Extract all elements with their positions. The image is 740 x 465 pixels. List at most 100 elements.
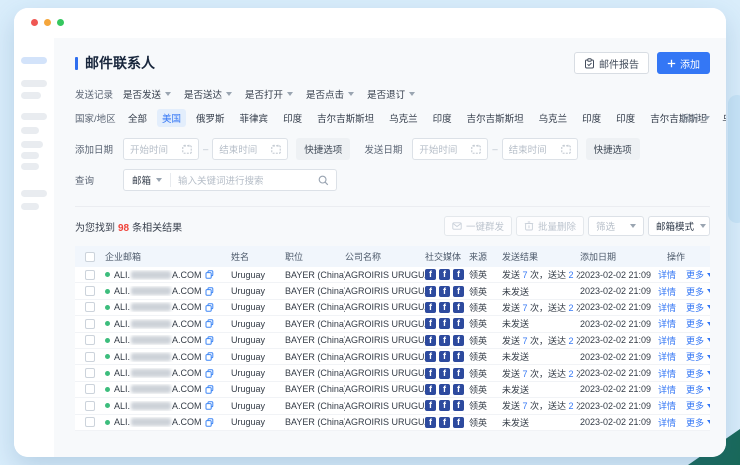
sidebar-item-active[interactable] xyxy=(21,57,47,64)
facebook-icon[interactable]: f xyxy=(425,335,436,346)
row-checkbox[interactable] xyxy=(85,417,95,427)
search-input[interactable]: 输入关键词进行搜索 xyxy=(171,173,318,187)
select-all-checkbox[interactable] xyxy=(85,252,95,262)
facebook-icon[interactable]: f xyxy=(439,400,450,411)
copy-icon[interactable] xyxy=(205,369,214,378)
search-icon[interactable] xyxy=(318,175,336,186)
facebook-icon[interactable]: f xyxy=(453,417,464,428)
send-date-quick-options-button[interactable]: 快捷选项 xyxy=(586,138,640,160)
row-checkbox[interactable] xyxy=(85,302,95,312)
detail-link[interactable]: 详情 xyxy=(658,317,676,330)
sidebar-item-placeholder[interactable] xyxy=(21,190,47,197)
facebook-icon[interactable]: f xyxy=(425,318,436,329)
detail-link[interactable]: 详情 xyxy=(658,334,676,347)
copy-icon[interactable] xyxy=(205,418,214,427)
facebook-icon[interactable]: f xyxy=(439,351,450,362)
facebook-icon[interactable]: f xyxy=(439,417,450,428)
add-date-start-input[interactable]: 开始时间 xyxy=(123,138,199,160)
sidebar-item-placeholder[interactable] xyxy=(21,113,47,120)
more-link[interactable]: 更多 xyxy=(686,268,710,281)
facebook-icon[interactable]: f xyxy=(439,368,450,379)
copy-icon[interactable] xyxy=(205,319,214,328)
facebook-icon[interactable]: f xyxy=(439,302,450,313)
facebook-icon[interactable]: f xyxy=(453,368,464,379)
add-date-end-input[interactable]: 结束时间 xyxy=(212,138,288,160)
add-contact-button[interactable]: 添加 xyxy=(657,52,710,74)
facebook-icon[interactable]: f xyxy=(425,384,436,395)
facebook-icon[interactable]: f xyxy=(439,384,450,395)
region-option[interactable]: 印度 xyxy=(577,109,606,127)
facebook-icon[interactable]: f xyxy=(425,400,436,411)
detail-link[interactable]: 详情 xyxy=(658,383,676,396)
copy-icon[interactable] xyxy=(205,385,214,394)
copy-icon[interactable] xyxy=(205,352,214,361)
facebook-icon[interactable]: f xyxy=(453,335,464,346)
facebook-icon[interactable]: f xyxy=(425,302,436,313)
detail-link[interactable]: 详情 xyxy=(658,268,676,281)
copy-icon[interactable] xyxy=(205,270,214,279)
detail-link[interactable]: 详情 xyxy=(658,285,676,298)
bulk-delete-button[interactable]: 批量删除 xyxy=(516,216,584,236)
region-option[interactable]: 印度 xyxy=(428,109,457,127)
row-checkbox[interactable] xyxy=(85,384,95,394)
mode-select[interactable]: 邮箱模式 xyxy=(648,216,710,236)
facebook-icon[interactable]: f xyxy=(439,269,450,280)
row-checkbox[interactable] xyxy=(85,270,95,280)
more-link[interactable]: 更多 xyxy=(686,367,710,380)
facebook-icon[interactable]: f xyxy=(425,286,436,297)
close-window-icon[interactable] xyxy=(31,19,38,26)
sidebar-item-placeholder[interactable] xyxy=(21,203,39,210)
add-date-quick-options-button[interactable]: 快捷选项 xyxy=(296,138,350,160)
facebook-icon[interactable]: f xyxy=(453,384,464,395)
expand-toggle[interactable]: 展开 xyxy=(681,111,710,125)
facebook-icon[interactable]: f xyxy=(439,318,450,329)
region-option[interactable]: 美国 xyxy=(157,109,186,127)
detail-link[interactable]: 详情 xyxy=(658,350,676,363)
copy-icon[interactable] xyxy=(205,336,214,345)
row-checkbox[interactable] xyxy=(85,319,95,329)
facebook-icon[interactable]: f xyxy=(453,318,464,329)
region-option[interactable]: 印度 xyxy=(278,109,307,127)
region-option[interactable]: 全部 xyxy=(123,109,152,127)
facebook-icon[interactable]: f xyxy=(453,302,464,313)
sidebar-item-placeholder[interactable] xyxy=(21,127,39,134)
more-link[interactable]: 更多 xyxy=(686,317,710,330)
region-option[interactable]: 吉尔吉斯斯坦 xyxy=(462,109,529,127)
send-record-dropdown[interactable]: 是否打开 xyxy=(245,87,293,101)
facebook-icon[interactable]: f xyxy=(453,269,464,280)
facebook-icon[interactable]: f xyxy=(425,417,436,428)
row-checkbox[interactable] xyxy=(85,401,95,411)
row-checkbox[interactable] xyxy=(85,352,95,362)
more-link[interactable]: 更多 xyxy=(686,416,710,429)
minimize-window-icon[interactable] xyxy=(44,19,51,26)
region-option[interactable]: 乌克兰 xyxy=(534,109,573,127)
more-link[interactable]: 更多 xyxy=(686,301,710,314)
region-option[interactable]: 乌克兰 xyxy=(384,109,423,127)
facebook-icon[interactable]: f xyxy=(453,351,464,362)
detail-link[interactable]: 详情 xyxy=(658,399,676,412)
send-date-start-input[interactable]: 开始时间 xyxy=(412,138,488,160)
facebook-icon[interactable]: f xyxy=(439,286,450,297)
maximize-window-icon[interactable] xyxy=(57,19,64,26)
filter-select[interactable]: 筛选 xyxy=(588,216,644,236)
mail-report-button[interactable]: 邮件报告 xyxy=(574,52,649,74)
sidebar-item-placeholder[interactable] xyxy=(21,92,41,99)
bulk-send-button[interactable]: 一键群发 xyxy=(444,216,512,236)
more-link[interactable]: 更多 xyxy=(686,383,710,396)
send-record-dropdown[interactable]: 是否点击 xyxy=(306,87,354,101)
search-field-select[interactable]: 邮箱 xyxy=(124,173,171,187)
copy-icon[interactable] xyxy=(205,287,214,296)
sidebar-item-placeholder[interactable] xyxy=(21,152,39,159)
send-date-end-input[interactable]: 结束时间 xyxy=(502,138,578,160)
facebook-icon[interactable]: f xyxy=(425,368,436,379)
send-record-dropdown[interactable]: 是否发送 xyxy=(123,87,171,101)
detail-link[interactable]: 详情 xyxy=(658,367,676,380)
copy-icon[interactable] xyxy=(205,401,214,410)
region-option[interactable]: 菲律宾 xyxy=(235,109,274,127)
facebook-icon[interactable]: f xyxy=(425,269,436,280)
region-option[interactable]: 印度 xyxy=(611,109,640,127)
facebook-icon[interactable]: f xyxy=(453,400,464,411)
facebook-icon[interactable]: f xyxy=(425,351,436,362)
row-checkbox[interactable] xyxy=(85,286,95,296)
sidebar-item-placeholder[interactable] xyxy=(21,163,39,170)
